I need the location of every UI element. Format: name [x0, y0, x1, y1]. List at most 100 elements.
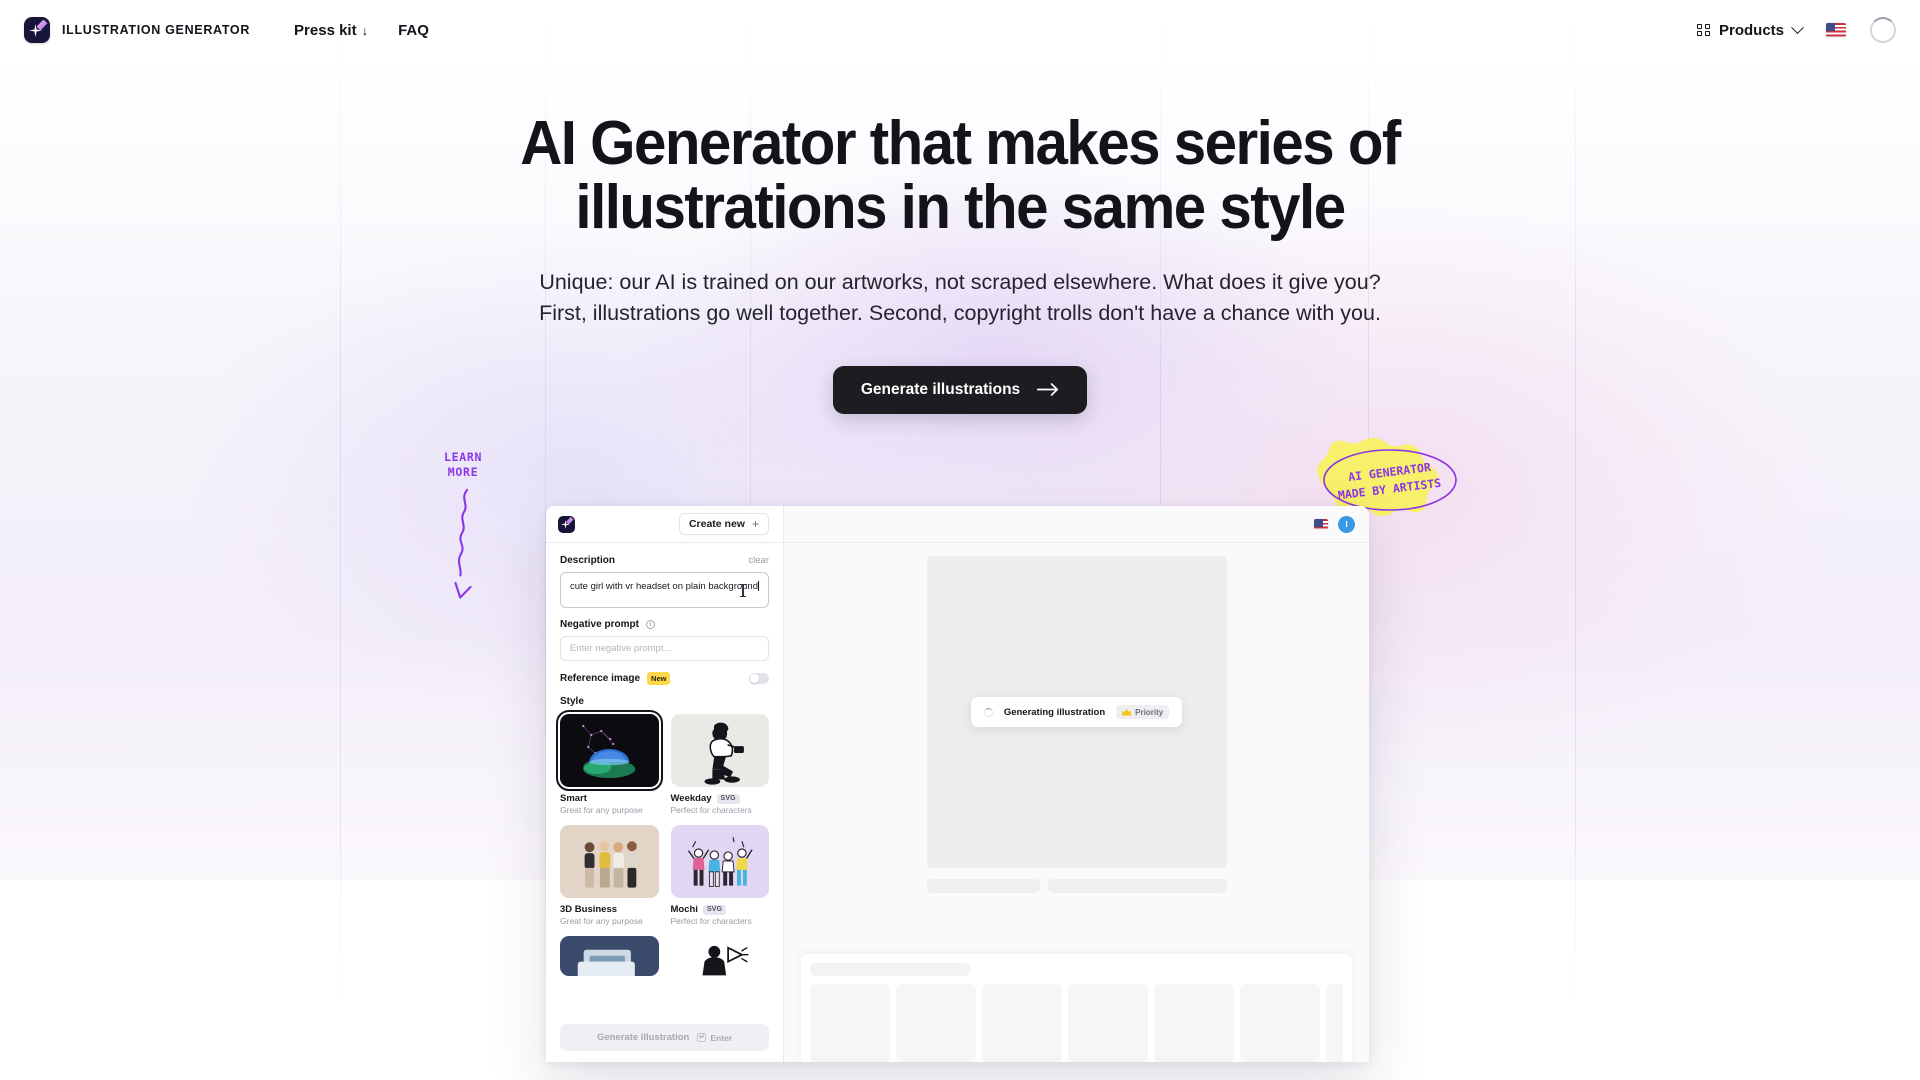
filmstrip-card[interactable] [1240, 984, 1320, 1062]
nav-label: Press kit [294, 21, 357, 39]
app-sparkle-brush-logo-icon[interactable] [558, 515, 575, 533]
description-input[interactable]: cute girl with vr headset on plain backg… [560, 572, 769, 608]
reference-image-label: Reference image [560, 673, 641, 684]
enter-key-icon: ↵ [697, 1033, 707, 1042]
site-header: ILLUSTRATION GENERATOR Press kit ↓ FAQ P… [0, 0, 1920, 60]
generating-status-text: Generating illustration [1003, 706, 1106, 718]
filmstrip-card[interactable] [982, 984, 1062, 1062]
skeleton-bar [1047, 879, 1227, 893]
reference-image-toggle[interactable] [749, 673, 769, 684]
download-arrow-icon: ↓ [361, 22, 369, 38]
style-card-partial-left[interactable] [560, 936, 659, 976]
illustration-preview-placeholder: Generating illustration Priority [926, 556, 1227, 868]
sidebar-footer: Generate illustration ↵ Enter [546, 1015, 783, 1062]
squiggly-arrow-down-icon [454, 488, 472, 599]
page-title: AI Generator that makes series of illust… [58, 111, 1863, 243]
app-topbar-right: I [784, 506, 1369, 543]
info-circle-icon[interactable]: i [645, 620, 655, 629]
sparkle-brush-logo-icon [24, 17, 50, 43]
svg-badge: SVG [702, 904, 727, 915]
style-grid: Smart Great for any purpose Weekday SVG … [556, 710, 770, 976]
style-card-weekday[interactable]: Weekday SVG Perfect for characters [670, 714, 770, 815]
sidebar-scroll-area[interactable]: Description clear cute girl with vr head… [546, 543, 783, 1015]
hero-cta-wrap: Generate illustrations [0, 365, 1920, 414]
style-name: Smart [560, 793, 587, 804]
generate-illustration-label: Generate illustration [596, 1032, 690, 1043]
hero-section: AI Generator that makes series of illust… [0, 0, 1920, 414]
negative-prompt-header: Negative prompt i [560, 619, 769, 630]
app-canvas: Generating illustration Priority [784, 543, 1369, 1062]
style-thumbnail-partial-left [560, 936, 659, 976]
style-subtitle: Perfect for characters [670, 916, 752, 926]
app-mockup: Create new + I Description clear cute gi… [546, 506, 1369, 1062]
hero-title-line-2: illustrations in the same style [575, 173, 1346, 243]
loading-ring-icon[interactable] [1870, 17, 1896, 43]
new-badge: New [647, 672, 671, 685]
products-label: Products [1718, 21, 1784, 39]
nav-item-faq[interactable]: FAQ [398, 22, 429, 39]
canvas-main: Generating illustration Priority [799, 556, 1354, 940]
clear-description-button[interactable]: clear [748, 555, 769, 566]
style-card-mochi[interactable]: Mochi SVG Perfect for characters [670, 825, 770, 926]
negative-prompt-label: Negative prompt [560, 619, 639, 630]
learn-more-label: LEARN MORE [444, 450, 483, 480]
hero-subtitle: Unique: our AI is trained on our artwork… [539, 269, 1381, 326]
description-value: cute girl with vr headset on plain backg… [570, 581, 759, 592]
app-body: Description clear cute girl with vr head… [546, 543, 1369, 1062]
svg-badge: SVG [716, 793, 740, 804]
filmstrip-card[interactable] [810, 984, 890, 1062]
i-beam-cursor-icon [740, 584, 746, 597]
style-name: Weekday SVG [671, 793, 770, 804]
priority-label: Priority [1135, 707, 1164, 717]
style-thumbnail-mochi [670, 825, 769, 898]
enter-key-hint: ↵ Enter [697, 1033, 732, 1043]
nav-label: FAQ [398, 21, 429, 39]
generate-illustrations-button[interactable]: Generate illustrations [832, 365, 1088, 414]
description-label: Description [560, 555, 616, 566]
preview-skeleton-row [926, 879, 1227, 893]
plus-icon: + [751, 517, 759, 531]
cta-label: Generate illustrations [860, 380, 1021, 398]
style-thumbnail-partial-right [670, 936, 769, 976]
filmstrip-card[interactable] [896, 984, 976, 1062]
style-card-3d-business[interactable]: 3D Business Great for any purpose [560, 825, 659, 926]
arrow-right-icon [1037, 383, 1059, 397]
create-new-button[interactable]: Create new + [678, 513, 769, 535]
header-right-group: Products [1696, 17, 1896, 43]
style-name: 3D Business [560, 904, 618, 915]
priority-badge: Priority [1116, 705, 1170, 719]
style-card-smart[interactable]: Smart Great for any purpose [556, 710, 663, 815]
us-flag-icon[interactable] [1826, 23, 1846, 37]
grid-icon [1696, 23, 1710, 37]
filmstrip-card[interactable] [1326, 984, 1343, 1062]
generate-illustration-button[interactable]: Generate illustration ↵ Enter [560, 1024, 769, 1051]
skeleton-bar [926, 879, 1040, 893]
app-sidebar: Description clear cute girl with vr head… [546, 543, 784, 1062]
style-card-partial-right[interactable] [670, 936, 769, 976]
style-name: Mochi SVG [671, 904, 770, 915]
chevron-down-icon [1791, 20, 1804, 34]
style-label: Style [560, 696, 584, 707]
spinner-icon [983, 707, 993, 717]
app-topbar-left: Create new + [546, 506, 784, 543]
filmstrip-card[interactable] [1068, 984, 1148, 1062]
app-us-flag-icon[interactable] [1314, 519, 1328, 529]
style-subtitle: Perfect for characters [670, 805, 752, 815]
nav-item-press-kit[interactable]: Press kit ↓ [294, 22, 368, 39]
app-user-avatar[interactable]: I [1338, 515, 1355, 533]
filmstrip-title-skeleton [810, 963, 970, 976]
products-dropdown[interactable]: Products [1696, 20, 1804, 39]
negative-prompt-placeholder: Enter negative prompt... [570, 643, 672, 654]
brand-logo[interactable]: ILLUSTRATION GENERATOR [24, 17, 250, 43]
description-header: Description clear [560, 555, 769, 566]
negative-prompt-input[interactable]: Enter negative prompt... [560, 636, 769, 661]
style-thumbnail-3d-business [560, 825, 659, 898]
history-filmstrip[interactable] [801, 954, 1352, 1062]
filmstrip-row [810, 984, 1343, 1062]
reference-image-row: Reference image New [560, 672, 769, 685]
style-subtitle: Great for any purpose [560, 916, 643, 926]
filmstrip-card[interactable] [1154, 984, 1234, 1062]
crown-icon [1122, 708, 1132, 716]
main-nav: Press kit ↓ FAQ [294, 22, 429, 39]
enter-key-label: Enter [710, 1032, 733, 1043]
